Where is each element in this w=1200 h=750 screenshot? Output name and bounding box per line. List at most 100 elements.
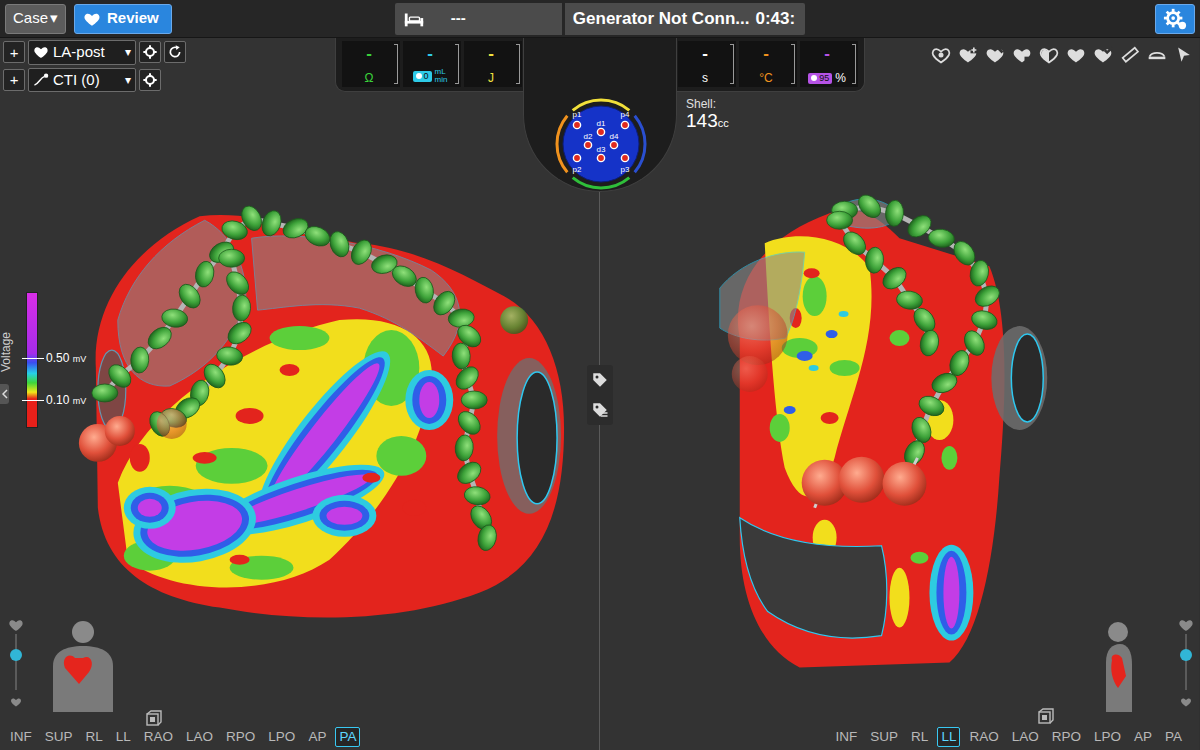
pointer-button[interactable] <box>1173 44 1194 65</box>
dropdown-label[interactable]: CTI (0) <box>53 69 121 92</box>
lesion-marker <box>452 343 471 370</box>
view-cube-icon[interactable] <box>1037 704 1055 722</box>
tag-list-button[interactable] <box>591 401 609 419</box>
electrode-label: d2 <box>584 132 593 141</box>
review-button[interactable]: Review <box>74 4 172 34</box>
left-map-canvas[interactable] <box>0 38 599 724</box>
heart-check-icon[interactable] <box>1093 45 1113 65</box>
readout-value: - <box>366 45 372 62</box>
shell-cut-button[interactable] <box>1146 44 1167 65</box>
view-button[interactable]: LL <box>112 727 135 747</box>
heart-half-icon[interactable] <box>1039 45 1059 65</box>
right-zoom-slider[interactable] <box>1178 616 1194 708</box>
left-voltage-map[interactable] <box>0 38 599 724</box>
review-label[interactable]: Review <box>107 7 159 30</box>
add-label[interactable]: + <box>10 72 19 87</box>
lesion-marker <box>413 276 436 305</box>
cube-icon[interactable] <box>1037 708 1055 726</box>
lesion-marker <box>927 228 955 249</box>
chevron-left-icon[interactable] <box>2 389 8 399</box>
settings-button[interactable] <box>1155 4 1195 34</box>
right-map-pane[interactable]: INFSUPRLLLRAOLAORPOLPOAPPAShell:143cc <box>600 38 1199 750</box>
pointer-icon[interactable] <box>1174 45 1194 65</box>
view-button[interactable]: RPO <box>1048 727 1085 747</box>
legend-color-bar[interactable] <box>26 292 38 428</box>
left-map-pane[interactable]: INFSUPRLLLRAOLAORPOLPOAPPA + LA-post▾ + CTI … <box>0 38 600 750</box>
voltage-patch <box>419 382 439 418</box>
slider-track[interactable] <box>15 634 17 690</box>
heart-lock-button[interactable] <box>1011 44 1032 65</box>
view-button[interactable]: SUP <box>41 727 77 747</box>
right-map-canvas[interactable] <box>600 38 1199 724</box>
case-caret[interactable]: ▾ <box>50 7 58 30</box>
view-button[interactable]: LL <box>937 727 960 747</box>
heart-eye-button[interactable] <box>930 44 951 65</box>
readout-value: - <box>824 45 830 62</box>
map-dropdown[interactable]: LA-post▾ <box>28 40 136 65</box>
dropdown-label[interactable]: LA-post <box>53 41 121 64</box>
view-cube-icon[interactable] <box>145 706 163 724</box>
cube-icon[interactable] <box>145 710 163 728</box>
right-voltage-map[interactable] <box>600 38 1199 724</box>
legend-collapse-tab[interactable] <box>0 384 9 404</box>
view-button[interactable]: INF <box>6 727 36 747</box>
ablation-sphere <box>883 462 927 506</box>
heart-half-button[interactable] <box>1038 44 1059 65</box>
heart-icon[interactable] <box>1066 45 1086 65</box>
slider-knob[interactable] <box>10 649 22 661</box>
voltage-patch <box>821 412 839 424</box>
view-button[interactable]: LPO <box>1090 727 1125 747</box>
voltage-patch <box>236 408 264 424</box>
view-button[interactable]: PA <box>335 727 360 747</box>
ruler-icon[interactable] <box>1120 45 1140 65</box>
view-button[interactable]: RAO <box>140 727 177 747</box>
map-selector-row: + CTI (0)▾ <box>3 68 186 93</box>
left-zoom-slider[interactable] <box>8 616 24 708</box>
map-settings-button[interactable] <box>139 41 161 63</box>
refresh-button[interactable] <box>164 41 186 63</box>
dropdown-caret[interactable]: ▾ <box>125 71 131 89</box>
refresh-icon <box>167 44 183 60</box>
view-button[interactable]: LAO <box>1008 727 1043 747</box>
heart-add-button[interactable] <box>957 44 978 65</box>
tag-icon[interactable] <box>591 371 609 389</box>
case-label[interactable]: Case <box>13 7 48 30</box>
view-button[interactable]: RL <box>82 727 107 747</box>
map-dropdown[interactable]: CTI (0)▾ <box>28 68 136 93</box>
view-button[interactable]: AP <box>304 727 330 747</box>
heart-eye-icon[interactable] <box>931 45 951 65</box>
tag-list-icon[interactable] <box>591 401 609 419</box>
view-button[interactable]: INF <box>832 727 862 747</box>
heart-edit-icon[interactable] <box>985 45 1005 65</box>
view-button[interactable]: RAO <box>965 727 1002 747</box>
legend-value: 0.10 <box>46 393 69 407</box>
heart-lock-icon[interactable] <box>1012 45 1032 65</box>
dropdown-caret[interactable]: ▾ <box>125 43 131 61</box>
electrode-dot <box>610 141 617 148</box>
slider-knob[interactable] <box>1180 649 1192 661</box>
case-button[interactable]: Case▾ <box>5 4 66 34</box>
ruler-button[interactable] <box>1119 44 1140 65</box>
view-button[interactable]: LAO <box>182 727 217 747</box>
view-button[interactable]: PA <box>1161 727 1186 747</box>
heart-button[interactable] <box>1065 44 1086 65</box>
heart-check-button[interactable] <box>1092 44 1113 65</box>
add-button[interactable]: + <box>3 69 25 91</box>
electrode-dot <box>597 128 604 135</box>
add-label[interactable]: + <box>10 45 19 60</box>
view-button[interactable]: RPO <box>222 727 259 747</box>
view-button[interactable]: RL <box>907 727 932 747</box>
tag-button[interactable] <box>591 371 609 389</box>
add-button[interactable]: + <box>3 41 25 63</box>
lesion-marker <box>968 259 991 288</box>
view-button[interactable]: AP <box>1130 727 1156 747</box>
view-button[interactable]: LPO <box>264 727 299 747</box>
heart-edit-button[interactable] <box>984 44 1005 65</box>
slider-track[interactable] <box>1185 634 1187 690</box>
view-button[interactable]: SUP <box>866 727 902 747</box>
map-settings-button[interactable] <box>139 69 161 91</box>
voltage-patch <box>890 568 910 628</box>
shell-cut-icon[interactable] <box>1147 45 1167 65</box>
voltage-patch <box>405 370 453 430</box>
heart-add-icon[interactable] <box>958 45 978 65</box>
